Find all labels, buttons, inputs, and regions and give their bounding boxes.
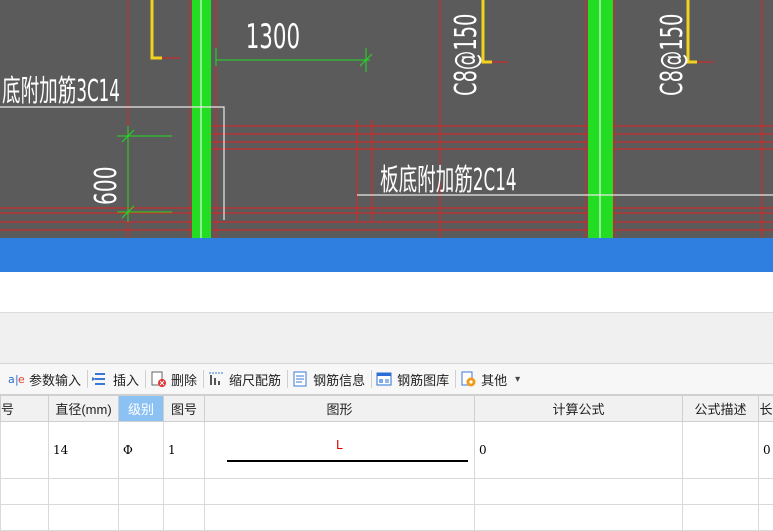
cad-rebar-label-3c14: 底附加筋3C14 [2, 73, 120, 108]
table-row[interactable] [1, 479, 773, 505]
cell-grade[interactable]: Φ [119, 422, 164, 479]
rebar-library-icon [376, 371, 392, 387]
table-header-row: 号 直径(mm) 级别 图号 图形 计算公式 公式描述 长 [1, 396, 773, 422]
cell-formula-desc[interactable] [683, 422, 759, 479]
delete-icon [150, 371, 166, 387]
table-row[interactable] [1, 505, 773, 531]
cad-rebar-label-c8-150: C8@150 [450, 14, 484, 96]
table-row[interactable]: 14 Φ 1 L 0 0 [1, 422, 773, 479]
cell-empty[interactable] [205, 479, 475, 505]
delete-button[interactable]: 删除 [146, 367, 203, 391]
cell-empty[interactable] [1, 505, 49, 531]
col-header-length[interactable]: 长 [759, 396, 773, 422]
scale-rebar-icon [208, 371, 224, 387]
cad-dim-label-1300: 1300 [246, 17, 300, 56]
cell-id[interactable] [1, 422, 49, 479]
scale-rebar-button[interactable]: 缩尺配筋 [204, 367, 287, 391]
cell-shape[interactable]: L [205, 422, 475, 479]
cell-empty[interactable] [759, 479, 773, 505]
cad-rebar-label-2c14: 板底附加筋2C14 [380, 162, 517, 197]
insert-icon [92, 371, 108, 387]
cad-dim-label-600: 600 [89, 166, 124, 205]
panel-title-bar[interactable] [0, 238, 773, 272]
cell-empty[interactable] [475, 479, 683, 505]
rebar-library-label: 钢筋图库 [397, 370, 449, 389]
rebar-info-label: 钢筋信息 [313, 370, 365, 389]
rebar-table: 号 直径(mm) 级别 图号 图形 计算公式 公式描述 长 14 Φ 1 L 0… [0, 395, 773, 531]
cad-yellow-hook [483, 0, 492, 62]
svg-text:a: a [8, 373, 15, 386]
param-input-label: 参数输入 [29, 370, 81, 389]
cell-empty[interactable] [683, 479, 759, 505]
chevron-down-icon: ▾ [515, 374, 520, 385]
col-header-shape[interactable]: 图形 [205, 396, 475, 422]
shape-line [227, 460, 468, 462]
cell-length[interactable]: 0 [759, 422, 773, 479]
param-input-button[interactable]: a|e 参数输入 [0, 367, 87, 391]
scale-rebar-label: 缩尺配筋 [229, 370, 281, 389]
shape-label: L [205, 438, 474, 452]
other-menu-button[interactable]: 其他 ▾ [456, 367, 526, 391]
cell-figure-no[interactable]: 1 [164, 422, 205, 479]
cell-empty[interactable] [475, 505, 683, 531]
cell-empty[interactable] [759, 505, 773, 531]
cad-drawing-viewport[interactable]: 1300 600 底附加筋3C14 板底附加筋2C14 C8@150 C8@15… [0, 0, 773, 238]
insert-label: 插入 [113, 370, 139, 389]
col-header-id[interactable]: 号 [1, 396, 49, 422]
cell-empty[interactable] [49, 479, 119, 505]
cell-empty[interactable] [205, 505, 475, 531]
cell-diameter[interactable]: 14 [49, 422, 119, 479]
col-header-grade[interactable]: 级别 [119, 396, 164, 422]
cell-empty[interactable] [164, 479, 205, 505]
col-header-formula-desc[interactable]: 公式描述 [683, 396, 759, 422]
cell-empty[interactable] [119, 479, 164, 505]
rebar-library-button[interactable]: 钢筋图库 [372, 367, 455, 391]
cell-empty[interactable] [683, 505, 759, 531]
insert-button[interactable]: 插入 [88, 367, 145, 391]
cad-canvas[interactable]: 1300 600 底附加筋3C14 板底附加筋2C14 C8@150 C8@15… [0, 0, 773, 238]
cell-empty[interactable] [49, 505, 119, 531]
cad-rebar-label-c8-150: C8@150 [656, 14, 690, 96]
rebar-info-button[interactable]: 钢筋信息 [288, 367, 371, 391]
rebar-info-icon [292, 371, 308, 387]
col-header-diameter[interactable]: 直径(mm) [49, 396, 119, 422]
cell-empty[interactable] [164, 505, 205, 531]
cell-formula[interactable]: 0 [475, 422, 683, 479]
col-header-figure-no[interactable]: 图号 [164, 396, 205, 422]
cad-yellow-hook [152, 0, 162, 58]
param-input-icon: a|e [8, 371, 24, 387]
panel-subheader-area [0, 313, 773, 364]
rebar-toolbar: a|e 参数输入 插入 删除 缩尺配筋 钢筋信息 钢筋图库 [0, 364, 773, 395]
panel-header-area [0, 272, 773, 313]
cell-empty[interactable] [1, 479, 49, 505]
cell-empty[interactable] [119, 505, 164, 531]
svg-text:e: e [18, 373, 25, 386]
other-label: 其他 [481, 370, 507, 389]
col-header-formula[interactable]: 计算公式 [475, 396, 683, 422]
other-icon [460, 371, 476, 387]
delete-label: 删除 [171, 370, 197, 389]
